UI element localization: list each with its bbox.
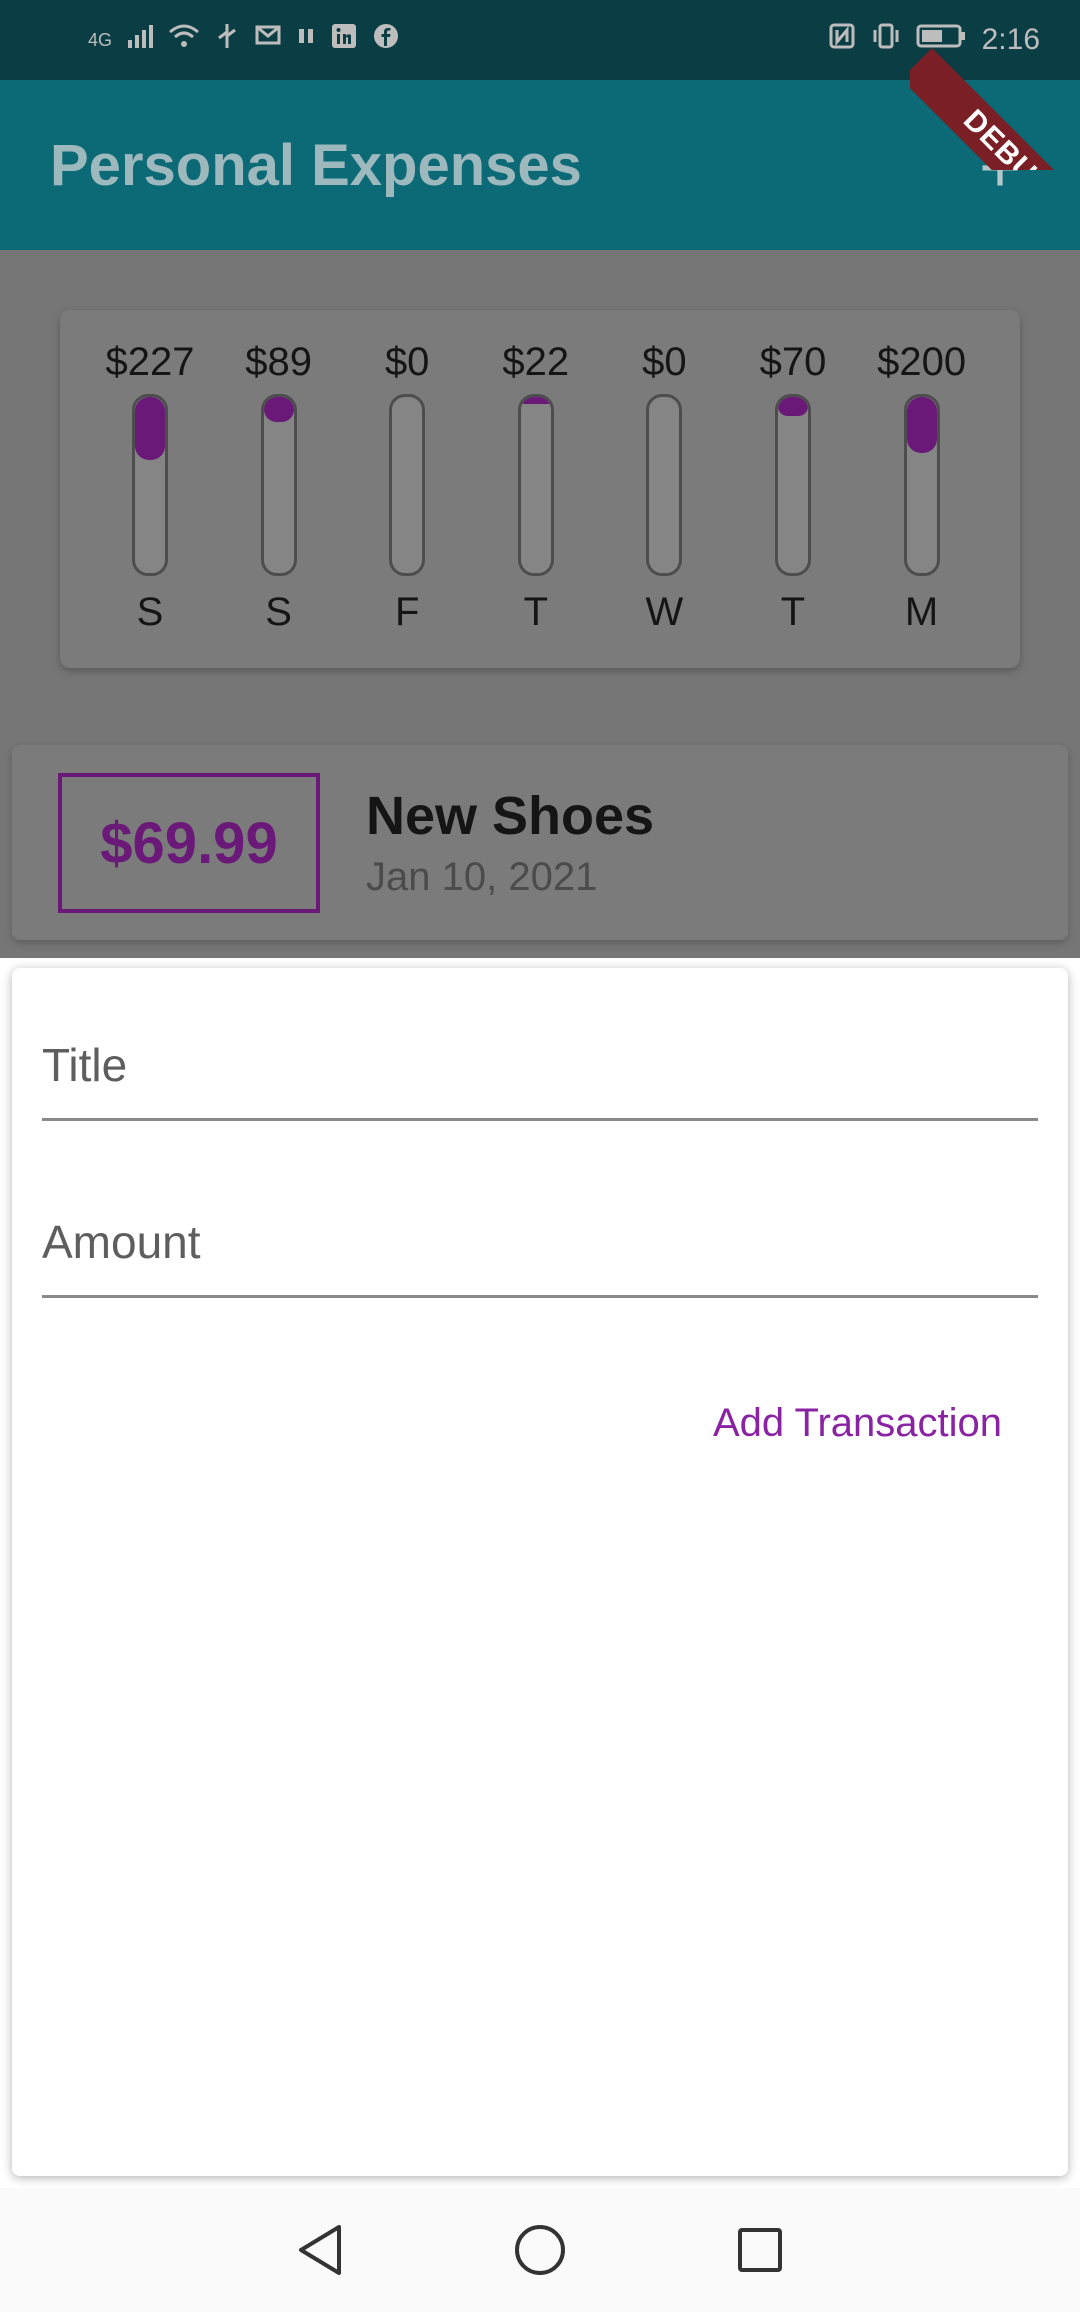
home-button[interactable]: [510, 2220, 570, 2280]
weekly-chart-card: $227 S $89 S $0 F $22 T $0 W $70 T $200 M: [60, 310, 1020, 668]
bar-amount-label: $227: [105, 340, 195, 384]
bar-fill: [906, 397, 937, 454]
transaction-date: Jan 10, 2021: [366, 855, 598, 899]
chart-bar-1: $89 S: [224, 336, 334, 638]
bar-track: [132, 394, 168, 576]
bar-day-label: W: [645, 590, 684, 634]
bar-track: [646, 394, 683, 576]
new-transaction-sheet: Add Transaction: [12, 968, 1068, 2176]
status-left-icons: 4G: [88, 22, 400, 58]
bar-fill: [778, 397, 808, 417]
network-type-label: 4G: [88, 30, 113, 50]
bar-track: [775, 394, 811, 576]
add-transaction-button[interactable]: Add Transaction: [707, 1388, 1008, 1458]
wifi-icon: [168, 22, 200, 59]
chart-bar-6: $200 M: [867, 336, 977, 638]
facebook-icon: [372, 22, 400, 59]
signal-icon: [126, 22, 154, 59]
bar-fill: [135, 397, 165, 461]
nfc-icon: [828, 22, 856, 59]
recents-button[interactable]: [730, 2220, 790, 2280]
back-button[interactable]: [290, 2220, 350, 2280]
bar-day-label: S: [265, 590, 292, 634]
recents-icon: [738, 2228, 782, 2272]
message-icon: [254, 22, 282, 59]
chart-bar-0: $227 S: [95, 336, 205, 638]
bar-amount-label: $0: [384, 340, 430, 384]
bar-amount-label: $22: [502, 340, 570, 384]
system-nav-bar: [0, 2188, 1080, 2312]
linkedin-icon: [330, 22, 358, 59]
title-input[interactable]: [42, 1030, 1038, 1100]
bar-day-label: T: [780, 590, 806, 634]
bar-day-label: S: [136, 590, 164, 634]
transaction-title: New Shoes: [366, 786, 655, 846]
pause-icon: [296, 22, 316, 59]
bar-track: [517, 394, 554, 576]
chart-bar-2: $0 F: [352, 336, 462, 638]
bar-track: [903, 394, 940, 576]
transaction-amount: $69.99: [58, 773, 320, 913]
app-title: Personal Expenses: [50, 133, 582, 198]
bar-amount-label: $89: [245, 340, 312, 384]
bar-amount-label: $70: [759, 340, 827, 384]
debug-banner-container: DEBUG: [910, 0, 1080, 170]
bar-track: [260, 394, 297, 576]
bar-day-label: F: [394, 590, 420, 634]
chart-bar-4: $0 W: [609, 336, 719, 638]
bar-amount-label: $0: [642, 340, 687, 384]
back-icon: [299, 2225, 341, 2275]
bar-day-label: T: [523, 590, 549, 634]
chart-bar-3: $22 T: [481, 336, 591, 638]
debug-banner: DEBUG: [910, 48, 1080, 170]
home-icon: [515, 2225, 565, 2275]
bar-track: [389, 394, 426, 576]
transaction-card[interactable]: $69.99 New Shoes Jan 10, 2021: [12, 745, 1068, 940]
vibrate-icon: [870, 22, 902, 59]
amount-input[interactable]: [42, 1207, 1038, 1277]
chart-bar-5: $70 T: [738, 336, 848, 638]
bar-fill: [263, 397, 294, 422]
bar-fill: [520, 397, 551, 405]
bar-day-label: M: [904, 590, 939, 634]
amount-field-container: [42, 1165, 1038, 1298]
bar-amount-label: $200: [877, 340, 967, 384]
title-field-container: [42, 988, 1038, 1121]
usb-icon: [214, 22, 240, 59]
